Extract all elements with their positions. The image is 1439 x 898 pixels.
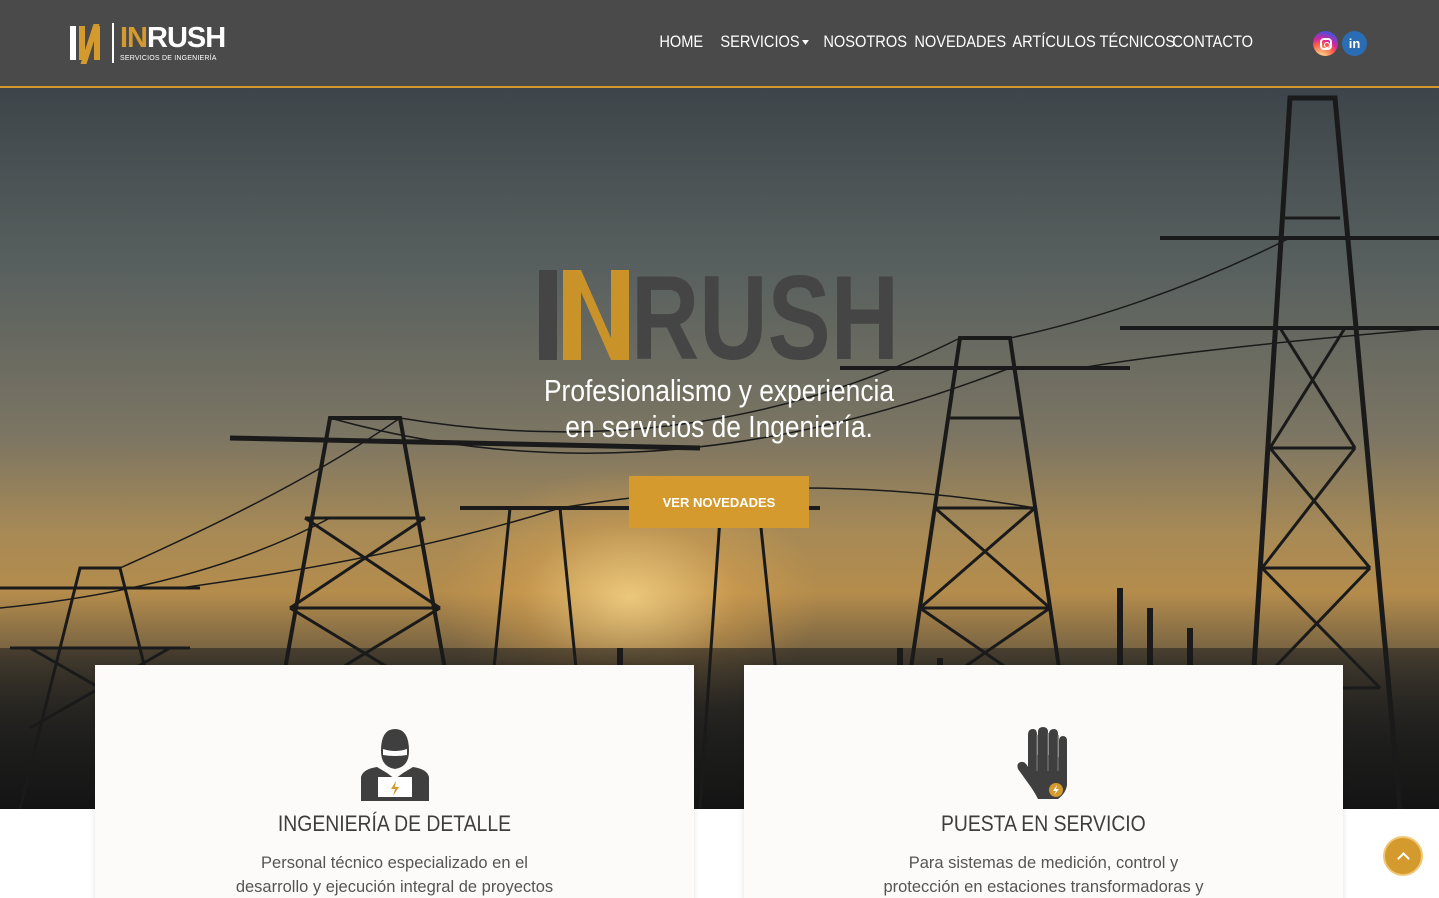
nav-novedades[interactable]: NOVEDADES [904,30,1016,54]
card-description: Para sistemas de medición, control y pro… [883,854,1204,896]
hero-inrush-logo: RUSH [539,268,899,362]
card-title: INGENIERÍA DE DETALLE [277,811,512,836]
card-title: PUESTA EN SERVICIO [941,811,1146,836]
logo-text: INRUSH SERVICIOS DE INGENIERÍA [120,22,226,63]
scroll-to-top-button[interactable] [1383,836,1423,876]
hero-logo-text: RUSH [631,268,899,362]
site-header: INRUSH SERVICIOS DE INGENIERÍA HOME SERV… [0,0,1439,88]
site-logo[interactable]: INRUSH SERVICIOS DE INGENIERÍA [70,22,226,64]
linkedin-icon[interactable]: in [1342,31,1367,56]
hero-tagline-line1: Profesionalismo y experiencia [543,373,895,408]
nav-servicios[interactable]: SERVICIOS [710,30,819,54]
service-card-puesta-en-servicio[interactable]: PUESTA EN SERVICIO Para sistemas de medi… [744,665,1343,898]
nav-home[interactable]: HOME [649,30,714,54]
nav-servicios-label: SERVICIOS [720,32,800,51]
logo-divider [112,23,114,63]
logo-subtitle: SERVICIOS DE INGENIERÍA [120,55,217,62]
nav-contacto[interactable]: CONTACTO [1162,30,1263,54]
nav-nosotros[interactable]: NOSOTROS [813,30,917,54]
hero-tagline: Profesionalismo y experiencia en servici… [419,373,1019,445]
logo-mark-icon [70,24,106,64]
main-nav: HOME SERVICIOS NOSOTROS NOVEDADES ARTÍCU… [649,30,1253,54]
social-links: in [1313,31,1367,56]
logo-wordmark: INRUSH [120,22,226,54]
insulated-glove-icon [1017,727,1067,799]
card-description: Personal técnico especializado en el des… [235,854,554,896]
nav-articulos-tecnicos[interactable]: ARTÍCULOS TÉCNICOS [1002,30,1185,54]
chevron-up-icon [1396,851,1410,865]
ver-novedades-button[interactable]: VER NOVEDADES [629,476,809,528]
hero-tagline-line2: en servicios de Ingeniería. [565,409,873,444]
engineer-icon [361,729,429,801]
instagram-icon[interactable] [1313,31,1338,56]
service-card-ingenieria[interactable]: INGENIERÍA DE DETALLE Personal técnico e… [95,665,694,898]
caret-down-icon [802,40,810,46]
